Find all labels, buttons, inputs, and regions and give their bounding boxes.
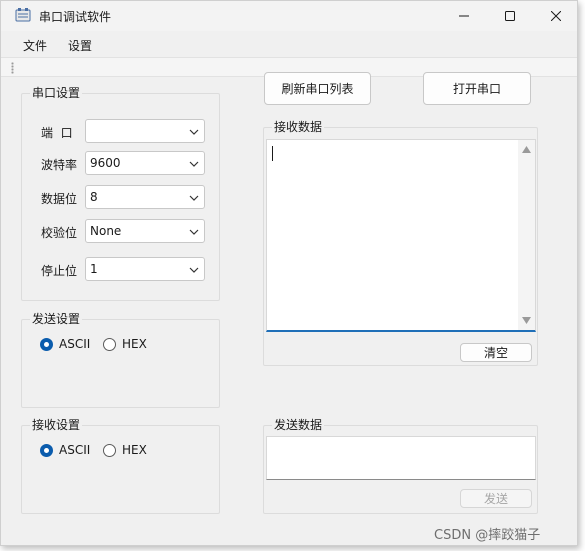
send-settings-group: 发送设置 ASCII HEX (21, 312, 220, 408)
receive-settings-title: 接收设置 (30, 418, 83, 432)
chevron-down-icon (189, 267, 199, 273)
minimize-icon (459, 15, 469, 17)
baud-value: 9600 (90, 156, 121, 170)
chevron-down-icon (189, 195, 199, 201)
serial-settings-group: 串口设置 端 口 波特率 9600 数据位 8 校验位 None 停止位 1 (21, 86, 220, 301)
send-button[interactable]: 发送 (460, 489, 532, 508)
app-icon (15, 8, 31, 22)
main-window: 串口调试软件 文件 设置 串口设置 端 口 波特率 9600 数据位 8 校验位… (0, 0, 578, 546)
port-combo[interactable] (85, 119, 205, 143)
window-title: 串口调试软件 (39, 10, 112, 24)
stopbits-combo[interactable]: 1 (85, 257, 205, 281)
radio-selected-icon (40, 337, 53, 351)
send-hex-radio[interactable]: HEX (103, 337, 147, 351)
watermark-text: CSDN @摔跤猫子 (434, 528, 541, 543)
radio-unselected-icon (103, 443, 116, 457)
stopbits-value: 1 (90, 262, 98, 276)
send-textarea[interactable] (266, 436, 536, 480)
close-button[interactable] (533, 1, 577, 31)
receive-hex-label: HEX (122, 443, 147, 457)
send-settings-title: 发送设置 (30, 312, 83, 326)
receive-settings-group: 接收设置 ASCII HEX (21, 418, 220, 514)
receive-data-title: 接收数据 (272, 120, 325, 134)
stopbits-label: 停止位 (41, 264, 78, 278)
open-port-button[interactable]: 打开串口 (423, 72, 531, 105)
parity-combo[interactable]: None (85, 219, 205, 243)
chevron-down-icon (189, 161, 199, 167)
receive-ascii-label: ASCII (59, 443, 91, 457)
close-icon (551, 11, 561, 21)
clear-button[interactable]: 清空 (460, 343, 532, 362)
chevron-down-icon (189, 229, 199, 235)
title-bar[interactable]: 串口调试软件 (1, 1, 577, 31)
scroll-up-icon[interactable] (522, 146, 531, 154)
baud-combo[interactable]: 9600 (85, 151, 205, 175)
baud-label: 波特率 (41, 158, 78, 172)
databits-value: 8 (90, 190, 98, 204)
send-hex-label: HEX (122, 337, 147, 351)
maximize-button[interactable] (487, 1, 533, 31)
menu-bar: 文件 设置 (1, 31, 577, 57)
send-data-group: 发送数据 发送 (263, 418, 538, 514)
scroll-down-icon[interactable] (522, 316, 531, 324)
receive-data-group: 接收数据 清空 (263, 120, 538, 366)
port-label: 端 口 (41, 126, 73, 140)
send-ascii-label: ASCII (59, 337, 91, 351)
chevron-down-icon (189, 129, 199, 135)
text-caret (272, 146, 273, 161)
databits-label: 数据位 (41, 192, 78, 206)
send-data-title: 发送数据 (272, 418, 325, 432)
menu-file[interactable]: 文件 (23, 37, 47, 54)
refresh-ports-button[interactable]: 刷新串口列表 (264, 72, 371, 105)
radio-selected-icon (40, 443, 53, 457)
receive-scrollbar[interactable] (518, 140, 535, 330)
radio-unselected-icon (103, 337, 116, 351)
parity-label: 校验位 (41, 226, 78, 240)
serial-settings-title: 串口设置 (30, 86, 83, 100)
receive-ascii-radio[interactable]: ASCII (40, 443, 90, 457)
databits-combo[interactable]: 8 (85, 185, 205, 209)
minimize-button[interactable] (441, 1, 487, 31)
toolbar-grip[interactable] (11, 62, 14, 74)
parity-value: None (90, 224, 122, 238)
receive-hex-radio[interactable]: HEX (103, 443, 147, 457)
send-ascii-radio[interactable]: ASCII (40, 337, 90, 351)
maximize-icon (505, 11, 515, 21)
receive-textarea[interactable] (266, 139, 536, 332)
menu-settings[interactable]: 设置 (68, 37, 92, 54)
